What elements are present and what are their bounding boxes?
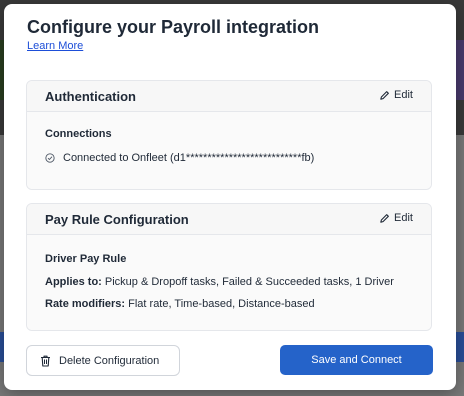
connection-status-text: Connected to Onfleet (d1****************…	[63, 152, 315, 164]
save-and-connect-button[interactable]: Save and Connect	[280, 345, 433, 375]
pay-rule-edit-button[interactable]: Edit	[379, 212, 413, 224]
rate-modifiers-line: Rate modifiers: Flat rate, Time-based, D…	[45, 298, 315, 310]
authentication-card-body: Connections Connected to Onfleet (d1****…	[27, 112, 431, 189]
applies-to-label: Applies to:	[45, 276, 102, 288]
pay-rule-card-header: Pay Rule Configuration Edit	[27, 204, 431, 235]
pay-rule-edit-label: Edit	[394, 212, 413, 224]
authentication-edit-label: Edit	[394, 89, 413, 101]
authentication-card: Authentication Edit Connections Connecte…	[26, 80, 432, 190]
payroll-integration-modal: Configure your Payroll integration Learn…	[4, 4, 456, 390]
authentication-card-header: Authentication Edit	[27, 81, 431, 112]
connections-label: Connections	[45, 128, 112, 140]
pay-rule-name: Driver Pay Rule	[45, 253, 127, 265]
pay-rule-card-body: Driver Pay Rule Applies to: Pickup & Dro…	[27, 235, 431, 330]
connection-status: Connected to Onfleet (d1****************…	[45, 152, 314, 164]
delete-configuration-button[interactable]: Delete Configuration	[26, 345, 180, 376]
pay-rule-card: Pay Rule Configuration Edit Driver Pay R…	[26, 203, 432, 331]
pay-rule-title: Pay Rule Configuration	[45, 212, 189, 227]
authentication-title: Authentication	[45, 89, 136, 104]
delete-configuration-label: Delete Configuration	[59, 354, 160, 367]
rate-modifiers-label: Rate modifiers:	[45, 298, 126, 310]
check-circle-icon	[45, 153, 55, 163]
trash-icon	[41, 355, 50, 367]
pencil-icon	[380, 90, 389, 100]
save-and-connect-label: Save and Connect	[311, 354, 402, 366]
learn-more-link[interactable]: Learn More	[27, 40, 83, 52]
applies-to-value: Pickup & Dropoff tasks, Failed & Succeed…	[101, 276, 394, 288]
pencil-icon	[380, 213, 389, 223]
rate-modifiers-value: Flat rate, Time-based, Distance-based	[125, 298, 315, 310]
authentication-edit-button[interactable]: Edit	[379, 89, 413, 101]
applies-to-line: Applies to: Pickup & Dropoff tasks, Fail…	[45, 276, 394, 288]
background-button-edge	[456, 332, 464, 362]
modal-title: Configure your Payroll integration	[27, 17, 320, 37]
